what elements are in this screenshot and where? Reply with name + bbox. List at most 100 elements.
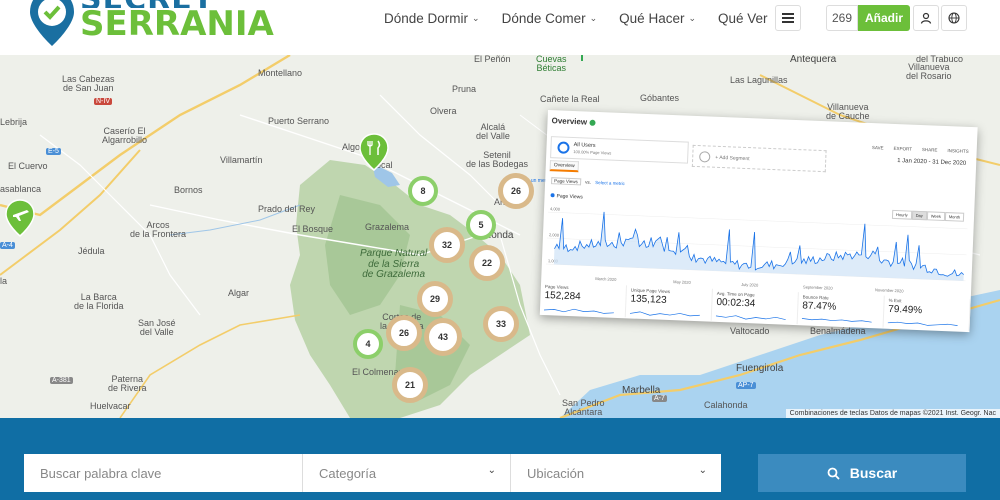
verified-check-icon <box>588 119 596 126</box>
date-range: 1 Jan 2020 - 31 Dec 2020 <box>897 158 967 167</box>
map-cluster[interactable]: 32 <box>429 227 465 263</box>
place-label: El Peñón <box>474 55 511 64</box>
place-label: San Pedro Alcántara <box>562 398 605 418</box>
hamburger-icon <box>782 17 794 19</box>
globe-icon <box>948 12 960 24</box>
place-label: Las Lagunillas <box>730 75 788 85</box>
vs-label: vs. <box>585 179 591 185</box>
map-cluster[interactable]: 26 <box>498 173 534 209</box>
select-metric-link: Select a metric <box>595 179 625 187</box>
place-label: Caserío El Algarrobillo <box>102 126 148 146</box>
place-label: Jédula <box>78 246 105 256</box>
place-label: Huelvacar <box>90 401 131 411</box>
place-label: Lebrija <box>0 117 28 127</box>
place-label: Calahonda <box>704 400 748 410</box>
place-label: la <box>0 276 8 286</box>
segment-ring-icon <box>557 141 570 154</box>
map-cluster[interactable]: 5 <box>466 210 496 240</box>
place-label: Setenil de las Bodegas <box>466 150 529 170</box>
restaurant-marker[interactable] <box>359 133 389 171</box>
place-label: Puerto Serrano <box>268 116 330 126</box>
place-label: San José del Valle <box>138 318 176 338</box>
place-label: Cañete la Real <box>540 94 600 104</box>
search-button[interactable]: Buscar <box>758 454 966 492</box>
place-label: Olvera <box>430 106 457 116</box>
analytics-screenshot: Overview SAVE EXPORT SHARE INSIGHTS All … <box>539 110 978 333</box>
stat-page-views: Page Views 152,284 <box>539 281 628 318</box>
site-header: SECRET SERRANIA Dónde Dormir⌄ Dónde Come… <box>0 0 1000 55</box>
map-cluster[interactable]: 8 <box>408 176 438 206</box>
map-cluster[interactable]: 26 <box>386 315 422 351</box>
hamburger-menu-button[interactable] <box>775 5 801 31</box>
chevron-down-icon: ⌄ <box>688 12 696 23</box>
analytics-title: Overview <box>551 116 596 127</box>
place-label: Góbantes <box>640 93 680 103</box>
category-select[interactable]: Categoría ⌄ <box>302 454 510 492</box>
save-action: SAVE <box>871 145 884 151</box>
svg-text:4,000: 4,000 <box>550 206 561 211</box>
map-cluster[interactable]: 29 <box>417 281 453 317</box>
keyword-search-input[interactable]: Buscar palabra clave <box>24 454 302 492</box>
language-button[interactable] <box>941 5 967 31</box>
road-badge: A-7 <box>652 395 667 402</box>
svg-text:July 2020: July 2020 <box>741 282 759 288</box>
place-label: asablanca <box>0 184 42 194</box>
place-label: Arcos de la Frontera <box>130 220 187 240</box>
svg-text:2,000: 2,000 <box>549 232 560 237</box>
place-label: Benalmádena <box>810 326 866 336</box>
road-badge: AP-7 <box>736 382 756 389</box>
place-label: Las Cabezas de San Juan <box>62 74 115 94</box>
page-views-chart: 4,000 2,000 1,000 March 2020 May 2020 Ju… <box>545 206 968 293</box>
map-cluster[interactable]: 4 <box>353 329 383 359</box>
map-cluster[interactable]: 21 <box>392 367 428 403</box>
place-label: Alcalá del Valle <box>476 122 510 142</box>
svg-text:November 2020: November 2020 <box>875 287 904 293</box>
logo-text-bottom: SERRANIA <box>80 4 274 44</box>
place-label: La Barca de la Florida <box>74 292 124 312</box>
metric-selector: Page Views <box>551 177 581 186</box>
place-label: Montellano <box>258 68 303 78</box>
place-label: Cuevas Béticas <box>536 55 567 74</box>
stat-avg-time: Avg. Time on Page 00:02:34 <box>711 288 799 325</box>
place-label: Pruna <box>452 84 477 94</box>
user-icon <box>920 12 932 24</box>
svg-text:May 2020: May 2020 <box>673 279 692 285</box>
chevron-down-icon: ⌄ <box>589 12 598 23</box>
place-label: Villanueva de Cauche <box>826 102 870 122</box>
location-select[interactable]: Ubicación ⌄ <box>510 454 721 492</box>
user-button[interactable] <box>913 5 939 31</box>
map-attribution: Combinaciones de teclas Datos de mapas ©… <box>785 409 1000 418</box>
map-cluster[interactable]: 43 <box>424 318 462 356</box>
place-label: El Bosque <box>292 224 334 234</box>
place-label: Paterna de Rivera <box>108 374 147 394</box>
insights-action: INSIGHTS <box>947 148 969 154</box>
airport-marker[interactable] <box>5 199 35 237</box>
place-label: Algo <box>342 142 361 152</box>
road-badge: A-381 <box>50 377 73 384</box>
listing-count: 269 <box>826 5 858 31</box>
map-cluster[interactable]: 22 <box>469 245 505 281</box>
search-section: Buscar palabra clave Categoría ⌄ Ubicació… <box>0 418 1000 500</box>
chevron-down-icon: ⌄ <box>487 465 496 476</box>
place-label: Fuengirola <box>736 363 784 374</box>
nav-que-ver[interactable]: Qué Ver <box>718 8 768 28</box>
svg-text:September 2020: September 2020 <box>803 284 834 290</box>
place-label: Bornos <box>174 185 203 195</box>
overview-tab: Overview <box>549 160 579 173</box>
road-badge: A-4 <box>0 242 15 249</box>
place-label: Villamartín <box>220 155 263 165</box>
stat-unique-page-views: Unique Page Views 135,123 <box>625 285 713 321</box>
export-action: EXPORT <box>893 145 913 152</box>
place-label: Prado del Rey <box>258 204 316 214</box>
map-cluster[interactable]: 33 <box>483 306 519 342</box>
segment-all-users: All Users 100.00% Page Views <box>550 136 689 164</box>
place-label: Grazalema <box>365 222 410 232</box>
stat-bounce-rate: Bounce Rate 87.47% <box>797 292 885 328</box>
site-logo[interactable]: SECRET SERRANIA <box>24 0 314 52</box>
road-badge: E-5 <box>46 148 61 155</box>
nav-donde-comer[interactable]: Dónde Comer ⌄ <box>502 8 598 28</box>
nav-que-hacer[interactable]: Qué Hacer ⌄ <box>619 8 696 28</box>
analytics-actions: SAVE EXPORT SHARE INSIGHTS <box>872 145 969 154</box>
add-listing-button[interactable]: Añadir <box>858 5 910 31</box>
nav-donde-dormir[interactable]: Dónde Dormir ⌄ <box>384 8 480 28</box>
